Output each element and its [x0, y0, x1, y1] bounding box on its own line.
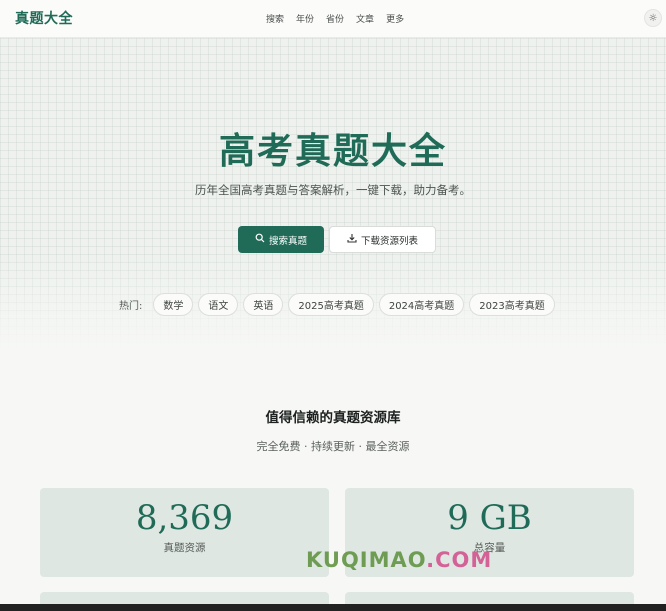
- nav-item-search[interactable]: 搜索: [266, 12, 284, 25]
- hero-subtitle: 历年全国高考真题与答案解析，一键下载，助力备考。: [195, 183, 471, 197]
- tag-english[interactable]: 英语: [243, 292, 284, 316]
- nav-item-year[interactable]: 年份: [296, 12, 314, 25]
- tag-2023-exams[interactable]: 2023高考真题: [469, 292, 555, 316]
- download-icon: [347, 233, 357, 246]
- tag-2024-exams[interactable]: 2024高考真题: [378, 292, 465, 316]
- download-list-label: 下载资源列表: [360, 235, 418, 247]
- theme-toggle-button[interactable]: ☼: [644, 9, 662, 27]
- trust-title: 值得信赖的真题资源库: [265, 410, 401, 426]
- nav-item-more[interactable]: 更多: [386, 12, 404, 25]
- nav-item-articles[interactable]: 文章: [356, 12, 374, 25]
- tag-math[interactable]: 数学: [153, 292, 194, 316]
- watermark-text: KUQIMAO: [306, 548, 427, 572]
- site-logo[interactable]: 真题大全: [15, 8, 73, 28]
- top-bar: 真题大全 搜索 年份 省份 文章 更多 ☼: [0, 0, 666, 38]
- stat-card-resources: 8,369 真题资源: [40, 488, 329, 577]
- watermark-domain: .COM: [426, 548, 493, 572]
- main-nav: 搜索 年份 省份 文章 更多: [266, 12, 404, 25]
- search-button[interactable]: 搜索真题: [238, 226, 324, 253]
- stat-label: 真题资源: [163, 542, 206, 554]
- hot-tags: 热门: 数学 语文 英语 2025高考真题 2024高考真题 2023高考真题: [119, 292, 555, 316]
- bottom-bar: [0, 604, 666, 611]
- search-icon: [255, 233, 265, 246]
- stat-value: 8,369: [135, 498, 234, 538]
- stat-value: 9 GB: [447, 498, 532, 538]
- tag-2025-exams[interactable]: 2025高考真题: [288, 292, 374, 316]
- trust-subtitle: 完全免费 · 持续更新 · 最全资源: [256, 440, 410, 453]
- nav-item-province[interactable]: 省份: [326, 12, 344, 25]
- hero-title: 高考真题大全: [218, 130, 447, 172]
- watermark-logo: KUQIMAO.COM: [306, 548, 492, 572]
- page: 真题大全 搜索 年份 省份 文章 更多 ☼ 高考真题大全 历年全国高考真题与答案…: [0, 0, 666, 611]
- tag-chinese[interactable]: 语文: [198, 292, 239, 316]
- search-button-label: 搜索真题: [268, 235, 307, 247]
- download-list-button[interactable]: 下载资源列表: [329, 226, 436, 253]
- sun-icon: ☼: [648, 12, 658, 24]
- hot-label: 热门:: [119, 300, 143, 312]
